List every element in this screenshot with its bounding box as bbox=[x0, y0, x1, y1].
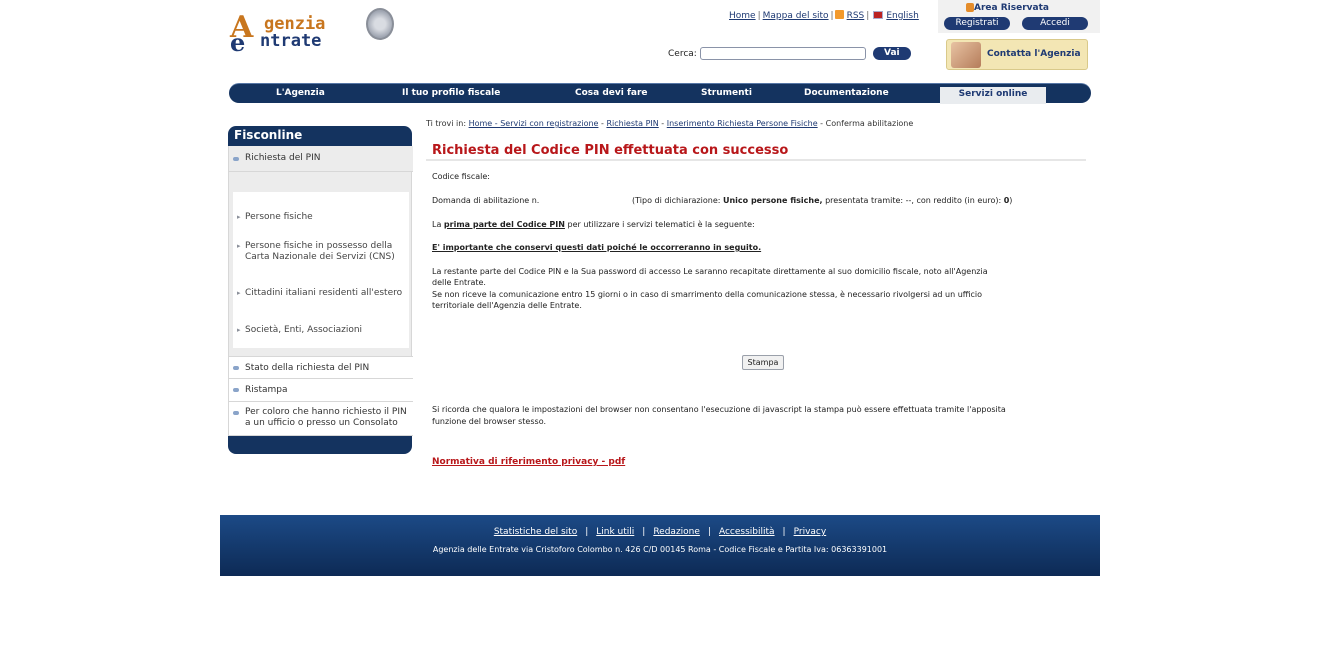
tipo-dichiarazione-text: (Tipo di dichiarazione: Unico persone fi… bbox=[632, 195, 1012, 206]
privacy-pdf-link[interactable]: Normativa di riferimento privacy - pdf bbox=[432, 457, 625, 467]
main-navigation: L'Agenzia Il tuo profilo fiscale Cosa de… bbox=[229, 83, 1091, 104]
footer-redazione[interactable]: Redazione bbox=[653, 527, 700, 537]
italian-emblem-icon bbox=[366, 8, 394, 40]
breadcrumb-richiesta-pin[interactable]: Richiesta PIN bbox=[606, 119, 658, 128]
area-riservata: Area Riservata Registrati Accedi bbox=[938, 0, 1100, 33]
bullet-icon bbox=[233, 157, 239, 161]
stampa-button[interactable]: Stampa bbox=[742, 355, 784, 370]
sidebar-item-label: Ristampa bbox=[245, 385, 288, 395]
sidebar-item-label: Per coloro che hanno richiesto il PIN a … bbox=[245, 407, 407, 428]
breadcrumb: Ti trovi in: Home - Servizi con registra… bbox=[426, 119, 914, 128]
prima-text-b: prima parte del Codice PIN bbox=[443, 220, 565, 229]
sidebar-item-ristampa[interactable]: Ristampa bbox=[229, 379, 413, 402]
sidebar-item-stato[interactable]: Stato della richiesta del PIN bbox=[229, 356, 413, 379]
tipo-text-e: ) bbox=[1009, 196, 1013, 205]
contatta-label: Contatta l'Agenzia bbox=[987, 49, 1081, 59]
nav-cosa-devi-fare[interactable]: Cosa devi fare bbox=[575, 88, 648, 98]
lock-icon bbox=[966, 3, 974, 12]
registrati-button[interactable]: Registrati bbox=[944, 17, 1010, 30]
nav-servizi-online[interactable]: Servizi online bbox=[940, 87, 1046, 104]
sidebar-sub-persone-fisiche[interactable]: Persone fisiche bbox=[237, 212, 405, 223]
search-button[interactable]: Vai bbox=[872, 47, 911, 60]
restante-line2: delle Entrate. bbox=[432, 278, 486, 287]
sidebar-body: Richiesta del PIN Persone fisiche Person… bbox=[228, 146, 413, 436]
logo-initial-e: e bbox=[230, 28, 246, 57]
footer: Statistiche del sito | Link utili | Redazion… bbox=[220, 515, 1100, 576]
tipo-text-c: presentata tramite: --, con reddito (in … bbox=[822, 196, 1004, 205]
logo-line2: ntrate bbox=[260, 31, 322, 51]
ricorda-line1: Si ricorda che qualora le impostazioni d… bbox=[432, 405, 1006, 414]
agenzia-entrate-logo[interactable]: A genzia e ntrate bbox=[226, 6, 396, 57]
breadcrumb-current: Conferma abilitazione bbox=[825, 119, 914, 128]
prima-text-a: La bbox=[432, 220, 444, 229]
restante-line4: territoriale dell'Agenzia delle Entrate. bbox=[432, 301, 582, 310]
sidebar-sub-persone-cns[interactable]: Persone fisiche in possesso della Carta … bbox=[237, 241, 405, 263]
footer-sep: | bbox=[782, 527, 786, 537]
breadcrumb-prefix: Ti trovi in: bbox=[426, 119, 467, 128]
footer-links: Statistiche del sito | Link utili | Redazion… bbox=[220, 527, 1100, 537]
rss-icon bbox=[834, 10, 844, 19]
breadcrumb-home[interactable]: Home - Servizi con registrazione bbox=[469, 119, 599, 128]
breadcrumb-inserimento[interactable]: Inserimento Richiesta Persone Fisiche bbox=[667, 119, 818, 128]
domanda-label: Domanda di abilitazione n. bbox=[432, 196, 540, 205]
nav-documentazione[interactable]: Documentazione bbox=[804, 88, 889, 98]
prima-parte-text: La prima parte del Codice PIN per utiliz… bbox=[432, 219, 755, 230]
footer-sep: | bbox=[707, 527, 711, 537]
footer-link-utili[interactable]: Link utili bbox=[596, 527, 634, 537]
contatta-agenzia-button[interactable]: Contatta l'Agenzia bbox=[946, 39, 1088, 70]
sidebar-item-label: Stato della richiesta del PIN bbox=[245, 363, 370, 373]
sidebar-item-per-coloro[interactable]: Per coloro che hanno richiesto il PIN a … bbox=[229, 402, 413, 436]
sidebar-sub-societa[interactable]: Società, Enti, Associazioni bbox=[237, 325, 405, 336]
tipo-text-a: (Tipo di dichiarazione: bbox=[632, 196, 723, 205]
sidebar-footer bbox=[228, 436, 412, 454]
ricorda-line2: funzione del browser stesso. bbox=[432, 417, 546, 426]
search-bar: Cerca: Vai bbox=[668, 47, 911, 60]
page: A genzia e ntrate Home | Mappa del sito | RS… bbox=[220, 0, 1100, 653]
uk-flag-icon bbox=[873, 11, 884, 19]
importante-text: E' importante che conservi questi dati p… bbox=[432, 243, 762, 252]
top-links: Home | Mappa del sito | RSS | English bbox=[729, 10, 919, 21]
codice-fiscale-label: Codice fiscale: bbox=[432, 172, 490, 181]
sidebar: Fisconline Richiesta del PIN Persone fis… bbox=[228, 126, 413, 454]
page-title: Richiesta del Codice PIN effettuata con … bbox=[432, 143, 789, 158]
footer-privacy[interactable]: Privacy bbox=[794, 527, 827, 537]
nav-profilo-fiscale[interactable]: Il tuo profilo fiscale bbox=[402, 88, 500, 98]
footer-sep: | bbox=[585, 527, 589, 537]
search-input[interactable] bbox=[699, 47, 866, 60]
sidebar-title: Fisconline bbox=[228, 126, 412, 146]
accedi-button[interactable]: Accedi bbox=[1022, 17, 1088, 30]
nav-strumenti[interactable]: Strumenti bbox=[701, 88, 752, 98]
footer-sep: | bbox=[642, 527, 646, 537]
restante-line3: Se non riceve la comunicazione entro 15 … bbox=[432, 290, 983, 299]
sidebar-item-label: Richiesta del PIN bbox=[245, 153, 321, 163]
footer-accessibilita[interactable]: Accessibilità bbox=[719, 527, 775, 537]
mappa-link[interactable]: Mappa del sito bbox=[763, 11, 829, 21]
bullet-icon bbox=[233, 411, 239, 415]
bullet-icon bbox=[233, 388, 239, 392]
rss-link[interactable]: RSS bbox=[847, 11, 865, 21]
title-divider bbox=[426, 159, 1086, 161]
area-riservata-title: Area Riservata bbox=[974, 3, 1049, 13]
bullet-icon bbox=[233, 366, 239, 370]
restante-line1: La restante parte del Codice PIN e la Su… bbox=[432, 267, 988, 276]
sidebar-item-richiesta-pin[interactable]: Richiesta del PIN bbox=[229, 146, 413, 172]
operator-avatar-icon bbox=[951, 42, 981, 68]
nav-agenzia[interactable]: L'Agenzia bbox=[276, 88, 325, 98]
search-label: Cerca: bbox=[668, 49, 697, 59]
sidebar-submenu: Persone fisiche Persone fisiche in posse… bbox=[233, 192, 409, 348]
tipo-value: Unico persone fisiche, bbox=[722, 196, 823, 205]
sidebar-sub-cittadini-estero[interactable]: Cittadini italiani residenti all'estero bbox=[237, 288, 405, 299]
footer-statistiche[interactable]: Statistiche del sito bbox=[494, 527, 577, 537]
english-link[interactable]: English bbox=[886, 11, 919, 21]
footer-address: Agenzia delle Entrate via Cristoforo Col… bbox=[432, 545, 888, 554]
prima-text-c: per utilizzare i servizi telematici è la… bbox=[564, 220, 755, 229]
home-link[interactable]: Home bbox=[729, 11, 756, 21]
